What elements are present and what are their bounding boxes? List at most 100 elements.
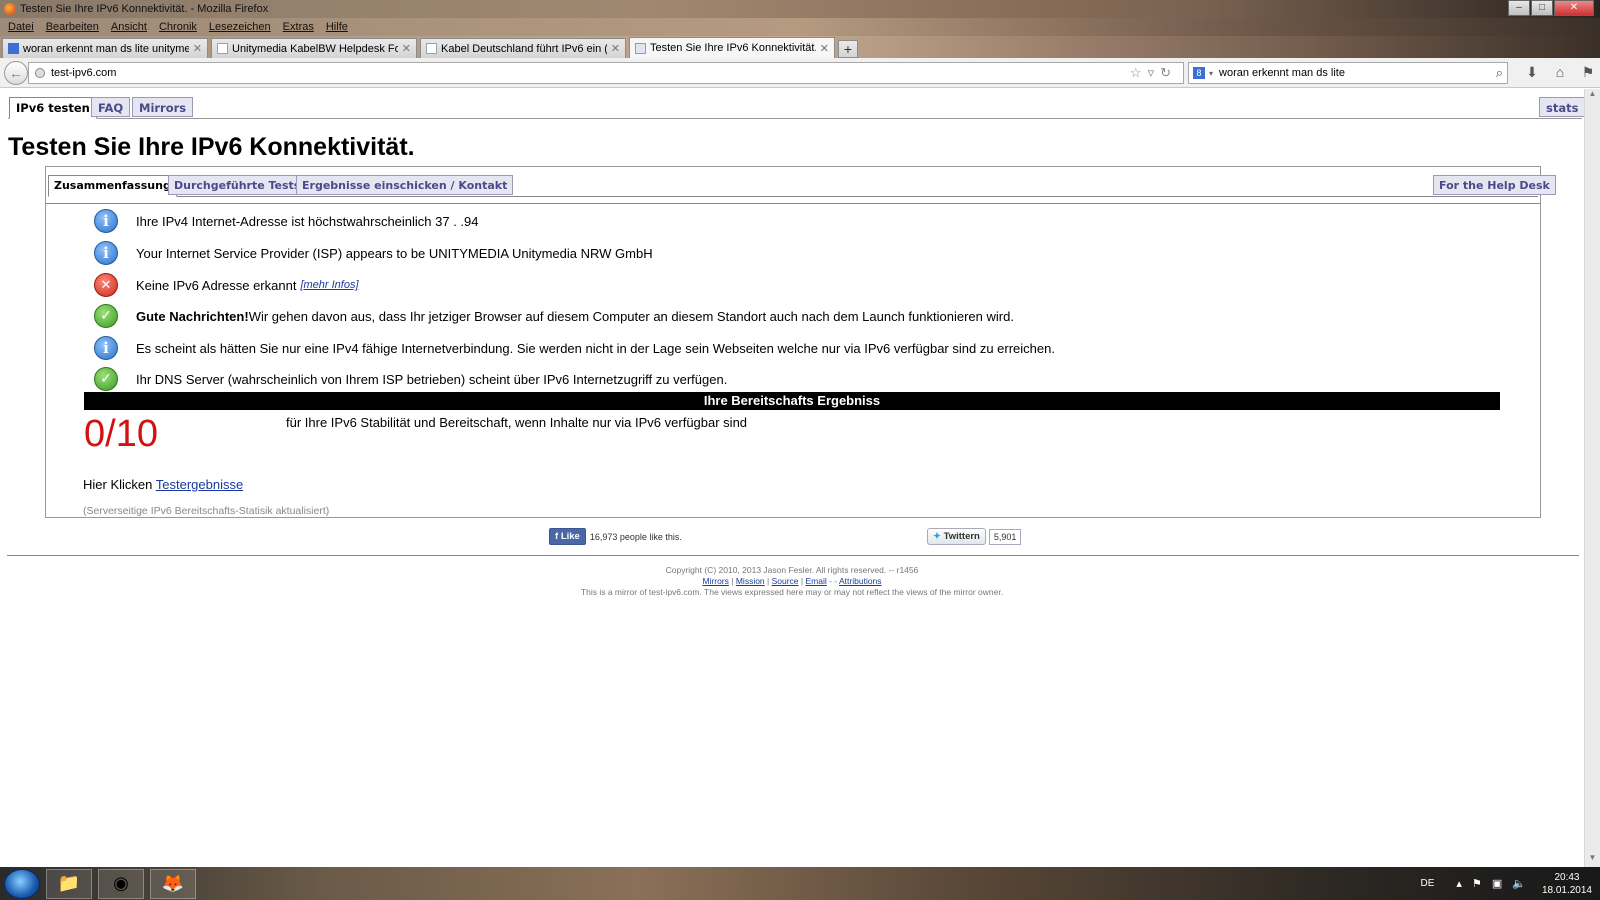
vertical-scrollbar[interactable]: ▲ ▼ bbox=[1584, 89, 1600, 867]
twitter-share: ✦ Twittern 5,901 bbox=[927, 528, 1022, 545]
explorer-taskbar-icon[interactable]: 📁 bbox=[46, 868, 92, 899]
minimize-icon[interactable]: – bbox=[1508, 0, 1530, 16]
result-text: Ihre IPv4 Internet-Adresse ist höchstwah… bbox=[136, 213, 479, 229]
window-titlebar: Testen Sie Ihre IPv6 Konnektivität. - Mo… bbox=[0, 0, 1600, 18]
scroll-up-icon[interactable]: ▲ bbox=[1585, 89, 1600, 103]
result-text: Keine IPv6 Adresse erkannt bbox=[136, 277, 297, 293]
tab-faq[interactable]: FAQ bbox=[91, 97, 131, 117]
footer-link-mirrors[interactable]: Mirrors bbox=[702, 576, 728, 586]
readiness-header: Ihre Bereitschafts Ergebniss bbox=[84, 392, 1500, 410]
search-icon[interactable]: ⌕ bbox=[1496, 65, 1503, 81]
media-player-taskbar-icon[interactable]: ◉ bbox=[98, 868, 144, 899]
google-search-icon: 8 bbox=[1193, 67, 1205, 79]
firefox-icon bbox=[4, 3, 16, 15]
footer-link-attributions[interactable]: Attributions bbox=[839, 576, 882, 586]
menu-ansicht[interactable]: Ansicht bbox=[105, 21, 153, 33]
click-prefix: Hier Klicken bbox=[83, 477, 153, 492]
twitter-button[interactable]: ✦ Twittern bbox=[927, 528, 986, 545]
page-content: IPv6 testen FAQ Mirrors stats Testen Sie… bbox=[0, 89, 1586, 867]
new-tab-button[interactable]: + bbox=[838, 40, 858, 58]
close-tab-icon[interactable]: ✕ bbox=[193, 42, 202, 55]
google-favicon-icon bbox=[8, 43, 19, 54]
download-icon[interactable]: ⬇ bbox=[1518, 64, 1546, 81]
info-icon: i bbox=[94, 241, 118, 265]
bookmark-star-icon[interactable]: ☆ bbox=[1130, 65, 1148, 80]
chevron-up-icon[interactable]: ▴ bbox=[1456, 877, 1462, 890]
taskbar: 📁 ◉ 🦊 DE ▴ ⚑ ▣ 🔈 20:43 18.01.2014 bbox=[0, 867, 1600, 900]
menu-datei[interactable]: Datei bbox=[2, 21, 40, 33]
menu-chronik[interactable]: Chronik bbox=[153, 21, 203, 33]
firefox-taskbar-icon[interactable]: 🦊 bbox=[150, 868, 196, 899]
language-indicator[interactable]: DE bbox=[1421, 878, 1435, 889]
browser-tab[interactable]: woran erkennt man ds lite unitymedi... ✕ bbox=[2, 38, 208, 58]
menu-bearbeiten[interactable]: Bearbeiten bbox=[40, 21, 105, 33]
good-news-text: Wir gehen davon aus, dass Ihr jetziger B… bbox=[248, 308, 1014, 324]
result-text: Ihr DNS Server (wahrscheinlich von Ihrem… bbox=[136, 371, 728, 387]
window-title: Testen Sie Ihre IPv6 Konnektivität. - Mo… bbox=[20, 3, 269, 15]
url-bar[interactable]: test-ipv6.com ☆▿↻ bbox=[28, 62, 1184, 84]
reload-icon[interactable]: ↻ bbox=[1160, 65, 1177, 80]
clock[interactable]: 20:43 18.01.2014 bbox=[1542, 871, 1592, 897]
browser-tab[interactable]: Kabel Deutschland führt IPv6 ein (DS-...… bbox=[420, 38, 626, 58]
scroll-down-icon[interactable]: ▼ bbox=[1585, 853, 1600, 867]
readiness-score: 0/10 bbox=[84, 413, 158, 455]
tab-stats[interactable]: stats bbox=[1539, 97, 1586, 117]
close-window-icon[interactable]: ✕ bbox=[1554, 0, 1594, 16]
footer-link-mission[interactable]: Mission bbox=[736, 576, 765, 586]
menu-extras[interactable]: Extras bbox=[277, 21, 320, 33]
facebook-count: 16,973 people like this. bbox=[589, 531, 682, 542]
tab-zusammenfassung[interactable]: Zusammenfassung bbox=[48, 175, 177, 197]
facebook-like: f Like 16,973 people like this. bbox=[549, 528, 682, 545]
browser-tab-bar: woran erkennt man ds lite unitymedi... ✕… bbox=[0, 36, 1600, 58]
dropdown-icon[interactable]: ▿ bbox=[1148, 65, 1161, 80]
close-tab-icon[interactable]: ✕ bbox=[611, 42, 620, 55]
site-tabs: IPv6 testen FAQ Mirrors stats bbox=[8, 97, 1586, 119]
volume-icon[interactable]: 🔈 bbox=[1512, 877, 1526, 890]
result-good-news: ✓ Gute Nachrichten!Wir gehen davon aus, … bbox=[94, 301, 1014, 331]
check-icon: ✓ bbox=[94, 304, 118, 328]
page-favicon-icon bbox=[217, 43, 228, 54]
test-ipv6-favicon-icon bbox=[635, 42, 646, 54]
twitter-label: Twittern bbox=[943, 531, 980, 542]
browser-tab-active[interactable]: Testen Sie Ihre IPv6 Konnektivität. ✕ bbox=[629, 37, 835, 58]
back-button[interactable]: ← bbox=[4, 60, 28, 85]
close-tab-icon[interactable]: ✕ bbox=[402, 42, 411, 55]
result-text: Your Internet Service Provider (ISP) app… bbox=[136, 245, 653, 261]
clock-time: 20:43 bbox=[1554, 871, 1580, 883]
result-no-ipv6: ✕ Keine IPv6 Adresse erkannt [mehr Infos… bbox=[94, 270, 359, 300]
addon-icon[interactable]: ⚑ bbox=[1574, 64, 1600, 81]
like-label: Like bbox=[560, 531, 580, 542]
globe-icon bbox=[35, 68, 45, 78]
maximize-icon[interactable]: □ bbox=[1531, 0, 1553, 16]
test-results-link[interactable]: Testergebnisse bbox=[156, 477, 243, 492]
result-dns: ✓ Ihr DNS Server (wahrscheinlich von Ihr… bbox=[94, 364, 727, 394]
close-tab-icon[interactable]: ✕ bbox=[820, 42, 829, 55]
tab-ergebnisse-einschicken[interactable]: Ergebnisse einschicken / Kontakt bbox=[296, 175, 514, 195]
menu-hilfe[interactable]: Hilfe bbox=[320, 21, 354, 33]
tab-ipv6-testen[interactable]: IPv6 testen bbox=[9, 97, 97, 119]
inner-tabs: Zusammenfassung Durchgeführte Tests Erge… bbox=[48, 175, 1556, 197]
tab-durchgefuehrte-tests[interactable]: Durchgeführte Tests bbox=[168, 175, 307, 195]
tab-mirrors[interactable]: Mirrors bbox=[132, 97, 194, 117]
page-title: Testen Sie Ihre IPv6 Konnektivität. bbox=[8, 133, 415, 161]
search-text: woran erkennt man ds lite bbox=[1219, 67, 1345, 79]
facebook-like-button[interactable]: f Like bbox=[549, 528, 586, 545]
footer-link-email[interactable]: Email bbox=[805, 576, 826, 586]
search-bar[interactable]: 8 ▾ woran erkennt man ds lite ⌕ bbox=[1188, 62, 1508, 84]
tab-help-desk[interactable]: For the Help Desk bbox=[1433, 175, 1556, 195]
chevron-down-icon[interactable]: ▾ bbox=[1209, 69, 1213, 78]
start-button[interactable] bbox=[4, 868, 40, 899]
more-info-link[interactable]: [mehr Infos] bbox=[300, 279, 358, 291]
copyright: Copyright (C) 2010, 2013 Jason Fesler. A… bbox=[665, 565, 919, 575]
stat-note: (Serverseitige IPv6 Bereitschafts-Statis… bbox=[83, 505, 330, 517]
menu-lesezeichen[interactable]: Lesezeichen bbox=[203, 21, 277, 33]
home-icon[interactable]: ⌂ bbox=[1546, 64, 1574, 81]
footer-link-source[interactable]: Source bbox=[772, 576, 799, 586]
flag-icon[interactable]: ⚑ bbox=[1472, 877, 1482, 890]
window-controls: – □ ✕ bbox=[1507, 0, 1594, 16]
url-tools: ☆▿↻ bbox=[1130, 65, 1177, 81]
tab-label: Testen Sie Ihre IPv6 Konnektivität. bbox=[650, 42, 816, 54]
result-isp: i Your Internet Service Provider (ISP) a… bbox=[94, 238, 653, 268]
network-icon[interactable]: ▣ bbox=[1492, 877, 1502, 890]
browser-tab[interactable]: Unitymedia KabelBW Helpdesk Foru... ✕ bbox=[211, 38, 417, 58]
